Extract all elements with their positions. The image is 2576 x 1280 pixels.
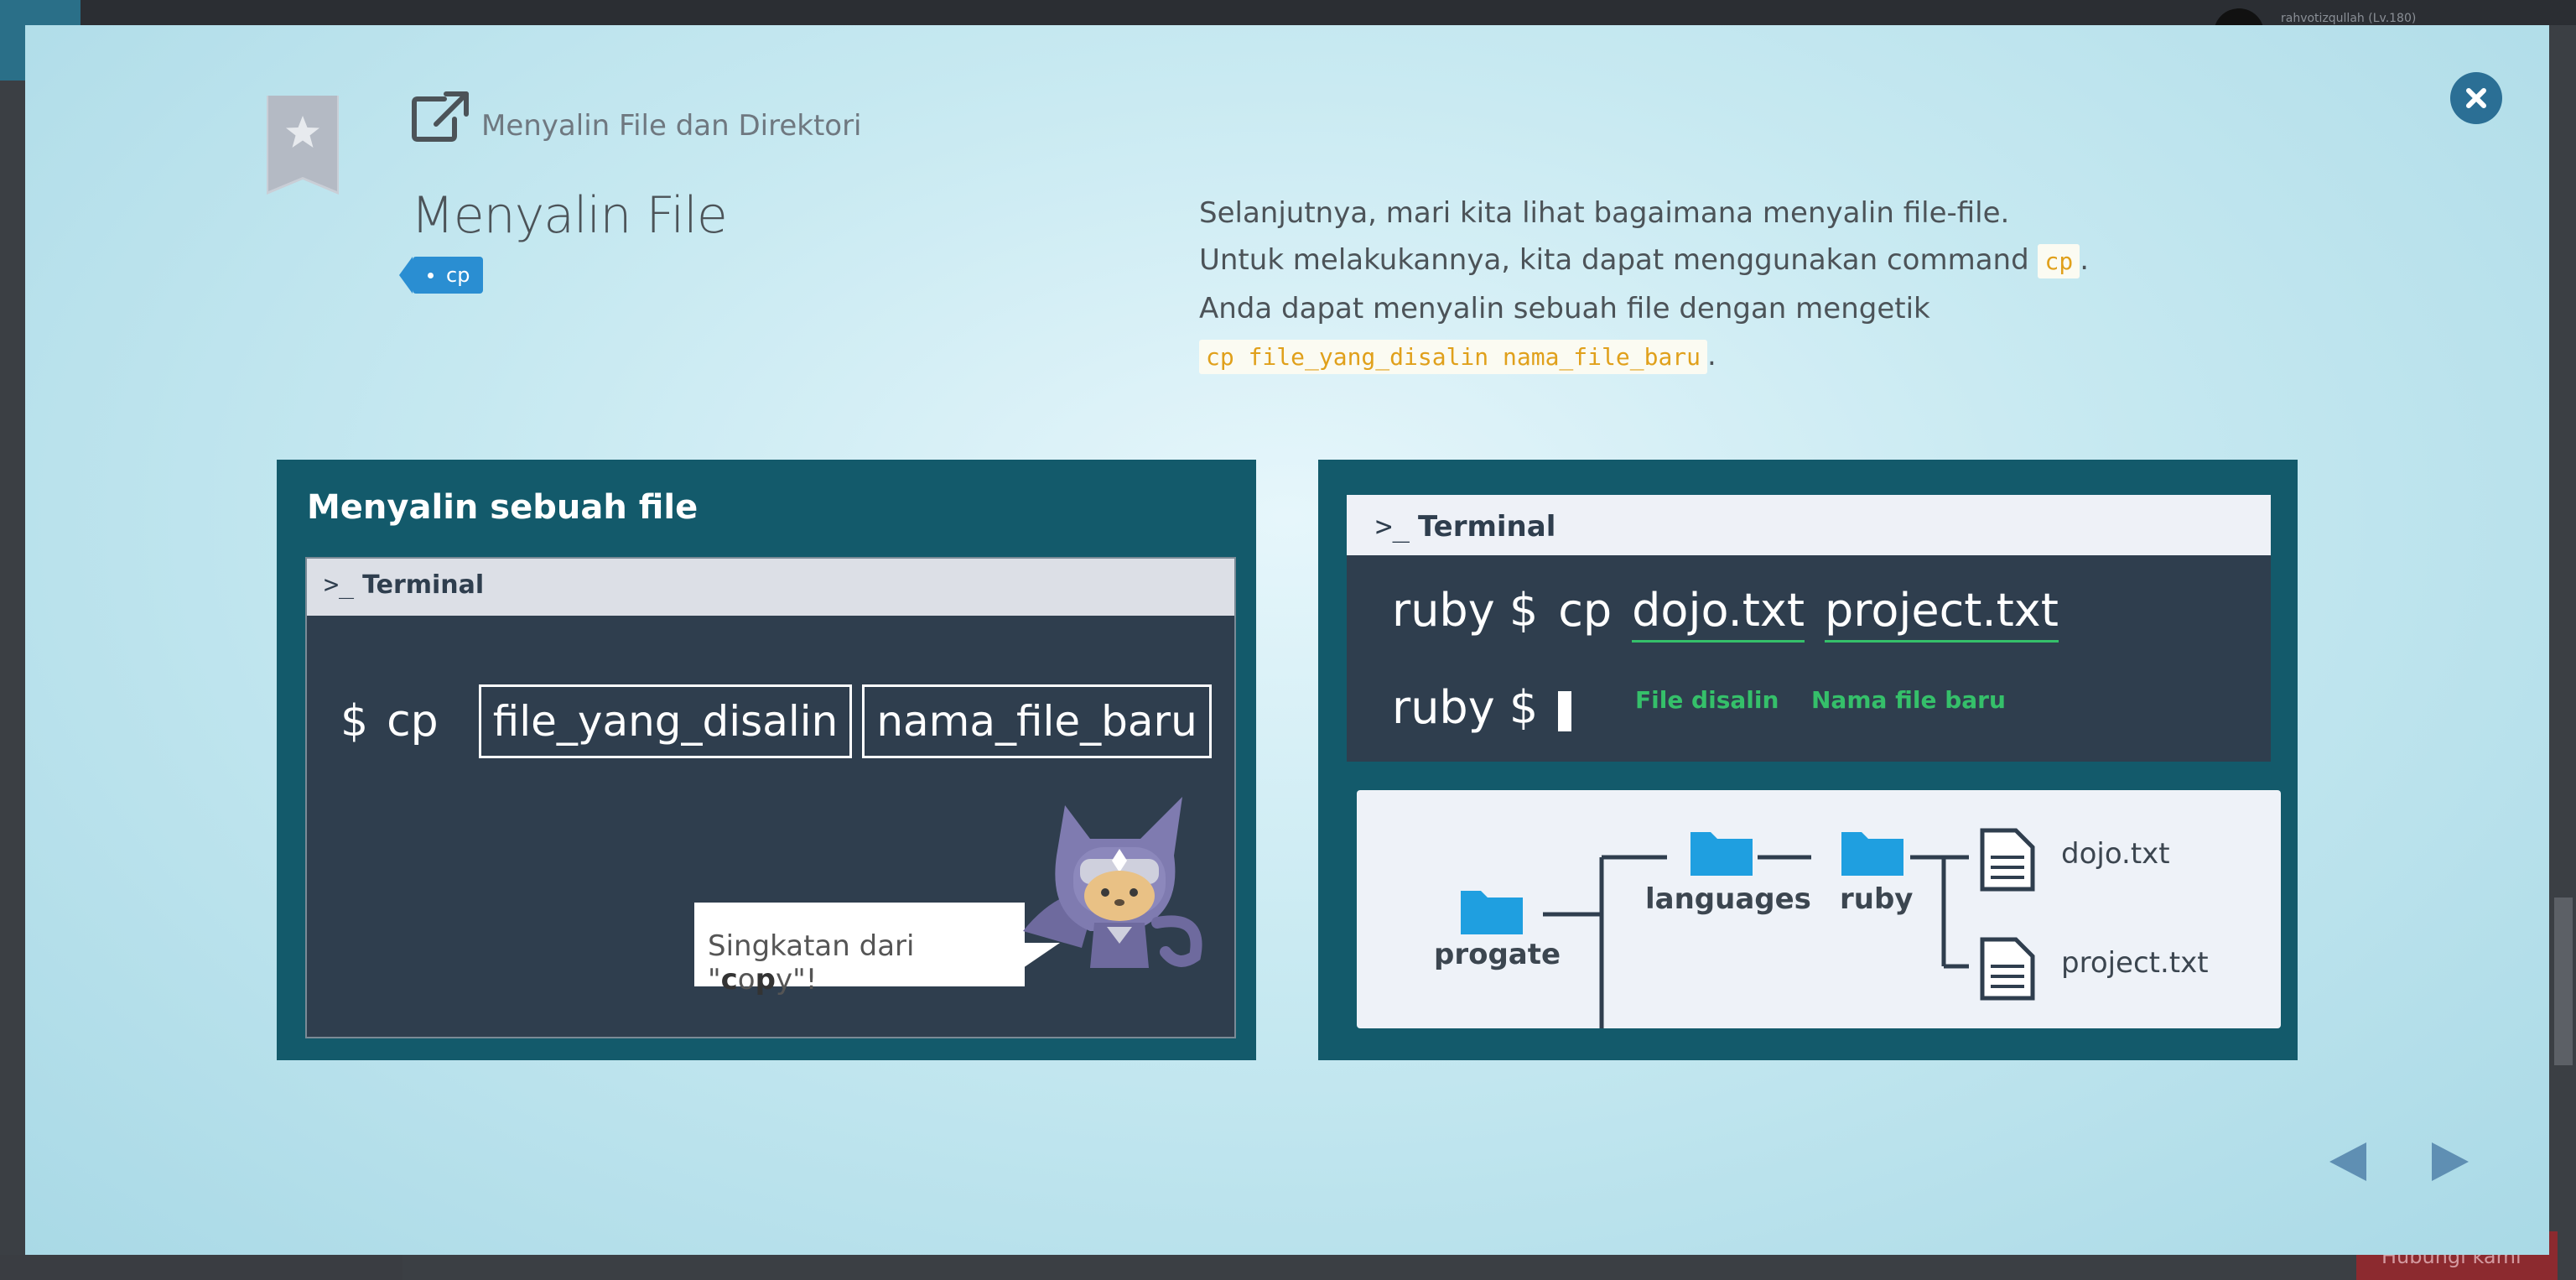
external-link-icon — [412, 91, 469, 142]
background-bottom-strip — [0, 1255, 402, 1280]
inline-code-cp: cp — [2038, 244, 2080, 278]
close-icon — [2466, 88, 2486, 108]
left-slide-title: Menyalin sebuah file — [307, 488, 699, 527]
line1-prompt: ruby $ — [1392, 584, 1539, 637]
terminal-title-right: Terminal — [1417, 510, 1556, 544]
file-dojo: dojo.txt — [2061, 837, 2170, 871]
desc-line-2: Untuk melakukannya, kita dapat menggunak… — [1199, 237, 2205, 285]
terminal-prompt-icon: >_ — [1375, 510, 1410, 544]
bubble-p: p — [755, 963, 776, 996]
slide-title: Menyalin File — [411, 186, 728, 245]
triangle-right-icon[interactable] — [2430, 1141, 2470, 1183]
close-button[interactable] — [2450, 72, 2502, 124]
user-name[interactable]: rahvotizqullah (Lv.180) — [2281, 12, 2416, 25]
desc-line-4-suffix: . — [1707, 339, 1716, 372]
inline-code-command: cp file_yang_disalin nama_file_baru — [1199, 340, 1708, 374]
terminal-prompt-icon: >_ — [324, 570, 355, 600]
file-project: project.txt — [2061, 946, 2209, 980]
terminal-line-1: ruby $ cp dojo.txt project.txt — [1392, 584, 2079, 643]
command-cp: cp — [387, 696, 439, 747]
terminal-title: Terminal — [362, 570, 485, 600]
terminal-window-right: >_ Terminal ruby $ cp dojo.txt project.tx… — [1347, 495, 2271, 762]
triangle-left-icon[interactable] — [2328, 1141, 2368, 1183]
label-new-file: Nama file baru — [1811, 686, 2006, 714]
terminal-header: >_ Terminal — [307, 559, 1234, 616]
speech-bubble: Singkatan dari "copy"! — [694, 903, 1060, 996]
line2-prompt: ruby $ — [1392, 681, 1539, 734]
directory-tree-lines — [1461, 828, 2035, 1028]
lesson-link[interactable]: Menyalin File dan Direktori — [411, 91, 862, 143]
ninja-mascot-icon — [1023, 797, 1202, 968]
bookmark-star-icon[interactable] — [267, 96, 339, 195]
bubble-o: o — [737, 963, 756, 996]
line1-command: cp — [1558, 584, 1613, 637]
desc-line-3: Anda dapat menyalin sebuah file dengan m… — [1199, 292, 1930, 325]
arg-new-file: nama_file_baru — [862, 684, 1212, 758]
bubble-suffix: "! — [792, 963, 818, 996]
command-tag[interactable]: cp — [398, 257, 484, 294]
slide-image-right: >_ Terminal ruby $ cp dojo.txt project.tx… — [1318, 460, 2298, 1060]
command-line: $ cp file_yang_disalin nama_file_baru — [340, 684, 1212, 758]
arg-source-file: file_yang_disalin — [478, 684, 853, 758]
directory-tree: progate languages ruby dojo.txt project.… — [1357, 790, 2281, 1028]
desc-line-2-text: Untuk melakukannya, kita dapat menggunak… — [1199, 243, 2038, 277]
bubble-y: y — [775, 963, 793, 996]
page-scrollbar[interactable] — [2554, 898, 2573, 1065]
desc-line-4: cp file_yang_disalin nama_file_baru. — [1199, 332, 2205, 381]
terminal-line-2: ruby $ — [1392, 681, 1592, 734]
terminal-header-right: >_ Terminal — [1347, 495, 2271, 555]
desc-line-1: Selanjutnya, mari kita lihat bagaimana m… — [1199, 196, 2010, 230]
bubble-c: c — [720, 963, 738, 996]
terminal-cursor — [1558, 691, 1572, 731]
background-topbar — [0, 0, 2576, 25]
slide-modal: Menyalin File dan Direktori Menyalin Fil… — [25, 25, 2549, 1255]
line1-new-file: project.txt — [1825, 584, 2059, 643]
prompt-dollar: $ — [340, 696, 369, 747]
line1-source-file: dojo.txt — [1632, 584, 1805, 643]
label-source-file: File disalin — [1635, 686, 1779, 714]
slide-description: Selanjutnya, mari kita lihat bagaimana m… — [1199, 190, 2205, 381]
slide-image-left: Menyalin sebuah file >_ Terminal $ cp fil… — [277, 460, 1256, 1060]
lesson-link-text: Menyalin File dan Direktori — [481, 109, 862, 143]
folder-languages: languages — [1645, 882, 1811, 916]
folder-progate: progate — [1434, 938, 1561, 971]
folder-ruby: ruby — [1840, 882, 1914, 916]
desc-line-2-suffix: . — [2080, 243, 2090, 277]
